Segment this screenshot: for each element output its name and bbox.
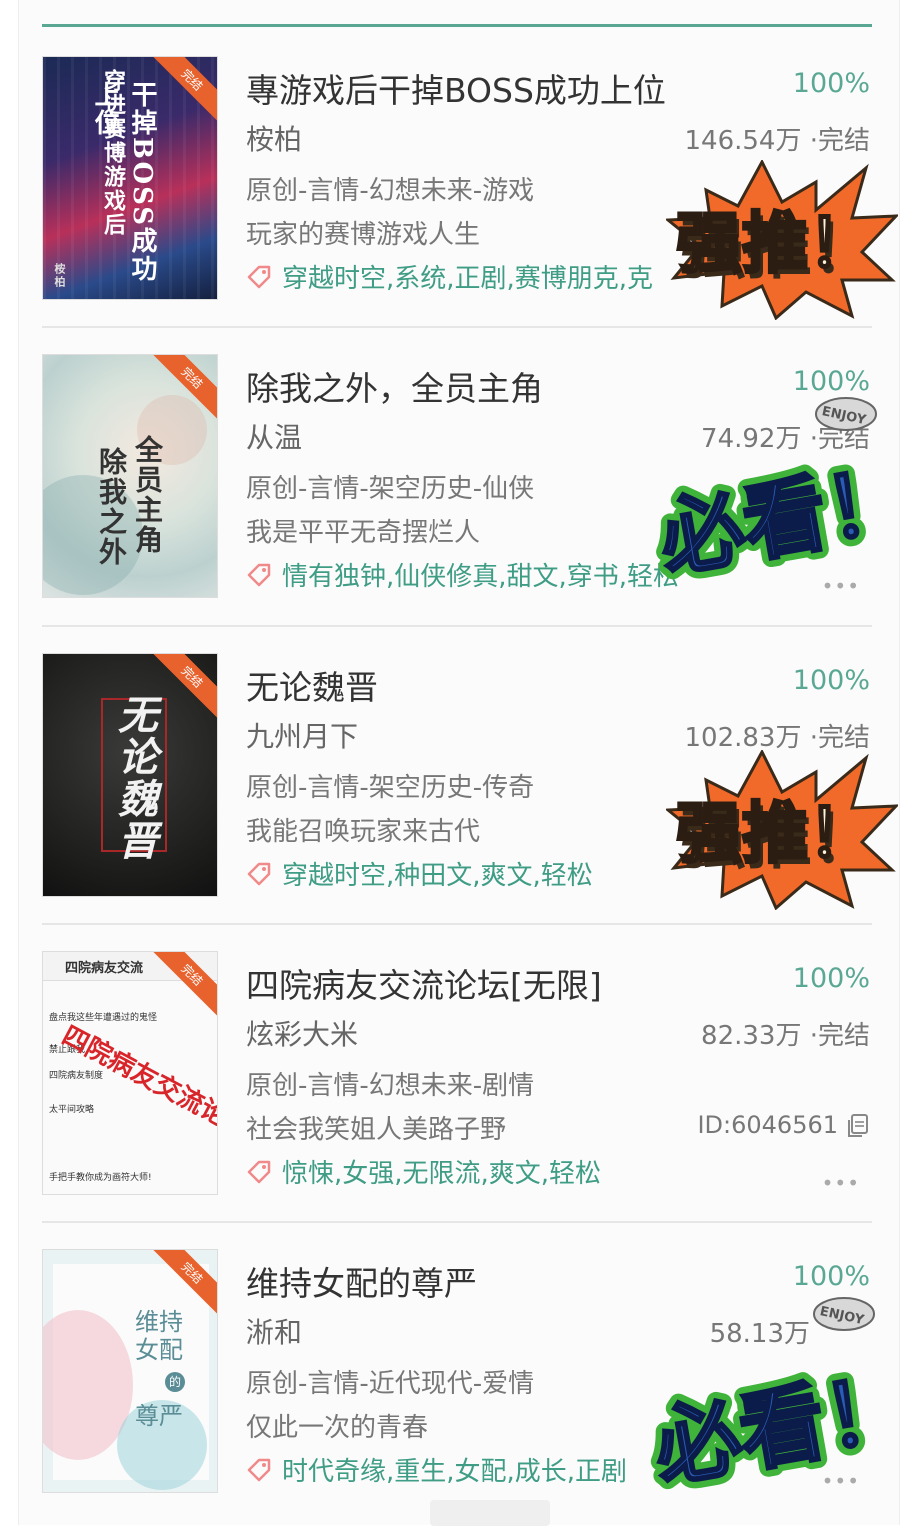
progress-percent: 100% [792, 963, 870, 994]
book-id-text: ID:6046561 [697, 1111, 838, 1139]
sticker-text: 必看！ [652, 449, 880, 584]
must-read-sticker: ENJOY 必看！ 必看！ [650, 397, 880, 584]
book-tagline: 我能召唤玩家来古代 [246, 817, 481, 847]
book-author[interactable]: 九州月下 [246, 715, 358, 755]
book-tagline: 玩家的赛博游戏人生 [246, 220, 481, 250]
cover-title: 维持女配 [135, 1308, 183, 1364]
sticker-text: 必看！ [647, 1357, 880, 1500]
book-title[interactable]: 无论魏晋 [246, 661, 786, 709]
book-genre: 原创-言情-近代现代-爱情 [246, 1369, 535, 1399]
cover-line: 四院病友制度 [49, 1071, 104, 1081]
book-cover[interactable]: 干掉BOSS成功上位 穿进赛博游戏后 桉柏 完结 [42, 56, 218, 300]
book-tagline: 我是平平无奇摆烂人 [246, 518, 481, 548]
book-author[interactable]: 炫彩大米 [246, 1013, 358, 1053]
book-list-item[interactable]: 四院病友交流 盘点我这些年遭遇过的鬼怪 禁止跟我 四院病友制度 太平间攻略 手把… [42, 923, 872, 1221]
book-genre: 原创-言情-幻想未来-游戏 [246, 176, 535, 206]
book-author[interactable]: 桉柏 [246, 118, 302, 158]
tag-icon [247, 862, 271, 885]
book-author[interactable]: 淅和 [246, 1311, 302, 1351]
book-genre: 原创-言情-架空历史-传奇 [246, 773, 535, 803]
word-count-status: 146.54万 ·完结 [684, 126, 870, 156]
book-cover[interactable]: 维持女配 的 尊严 完结 [42, 1249, 218, 1493]
tag-icon [247, 1458, 271, 1481]
cover-header: 四院病友交流 [65, 961, 144, 976]
header-divider [42, 24, 872, 27]
cover-title: 无论魏晋 [111, 694, 158, 862]
cover-title: 全员主角 [131, 435, 164, 555]
more-options-icon[interactable]: ••• [822, 1171, 860, 1195]
book-cover[interactable]: 四院病友交流 盘点我这些年遭遇过的鬼怪 禁止跟我 四院病友制度 太平间攻略 手把… [42, 951, 218, 1195]
progress-percent: 100% [792, 366, 870, 397]
word-count-status: 82.33万 ·完结 [701, 1021, 870, 1051]
cover-author: 桉柏 [53, 263, 66, 289]
tag-icon [247, 563, 271, 586]
book-title[interactable]: 專游戏后干掉BOSS成功上位 [246, 64, 786, 112]
copy-icon[interactable] [846, 1113, 870, 1139]
cover-subtitle: 穿进赛博游戏后 [100, 69, 126, 237]
book-tagline: 仅此一次的青春 [246, 1413, 429, 1443]
book-id[interactable]: ID:6046561 [697, 1111, 870, 1139]
cover-line: 手把手教你成为画符大师! [49, 1173, 152, 1183]
tag-icon [247, 1160, 271, 1183]
cover-subtitle: 除我之外 [95, 447, 128, 567]
book-author[interactable]: 从温 [246, 416, 302, 456]
progress-percent: 100% [792, 1261, 870, 1292]
book-tags[interactable]: 时代奇缘,重生,女配,成长,正剧 [282, 1457, 627, 1487]
cover-title-end: 尊严 [135, 1402, 183, 1430]
progress-percent: 100% [792, 68, 870, 99]
sticker-text: 强推！ [676, 795, 874, 872]
must-read-sticker: ENJOY 必看！ 必看！ [644, 1297, 880, 1500]
book-tags[interactable]: 惊悚,女强,无限流,爽文,轻松 [282, 1159, 601, 1189]
sticker-text: 强推！ [676, 205, 874, 282]
word-count-status: 102.83万 ·完结 [684, 723, 870, 753]
tag-row: 惊悚,女强,无限流,爽文,轻松 [246, 1153, 846, 1189]
book-cover[interactable]: 无论魏晋 完结 [42, 653, 218, 897]
strongly-recommend-sticker: 强推！ 强推！ [666, 160, 898, 320]
book-tags[interactable]: 情有独钟,仙侠修真,甜文,穿书,轻松 [282, 562, 679, 592]
book-genre: 原创-言情-架空历史-仙侠 [246, 474, 535, 504]
progress-percent: 100% [792, 665, 870, 696]
book-genre: 原创-言情-幻想未来-剧情 [246, 1071, 535, 1101]
cover-line: 太平间攻略 [49, 1105, 95, 1115]
book-tags[interactable]: 穿越时空,种田文,爽文,轻松 [282, 861, 593, 891]
strongly-recommend-sticker: 强推！ 强推！ [666, 750, 898, 910]
cover-line: 盘点我这些年遭遇过的鬼怪 [49, 1013, 158, 1023]
cover-title-de: 的 [165, 1372, 185, 1392]
book-tags[interactable]: 穿越时空,系统,正剧,赛博朋克,克 [282, 264, 653, 294]
book-title[interactable]: 四院病友交流论坛[无限] [246, 959, 786, 1007]
book-tagline: 社会我笑姐人美路子野 [246, 1115, 507, 1145]
book-cover[interactable]: 全员主角 除我之外 完结 [42, 354, 218, 598]
watermark-bar [430, 1500, 550, 1526]
tag-icon [247, 265, 271, 288]
